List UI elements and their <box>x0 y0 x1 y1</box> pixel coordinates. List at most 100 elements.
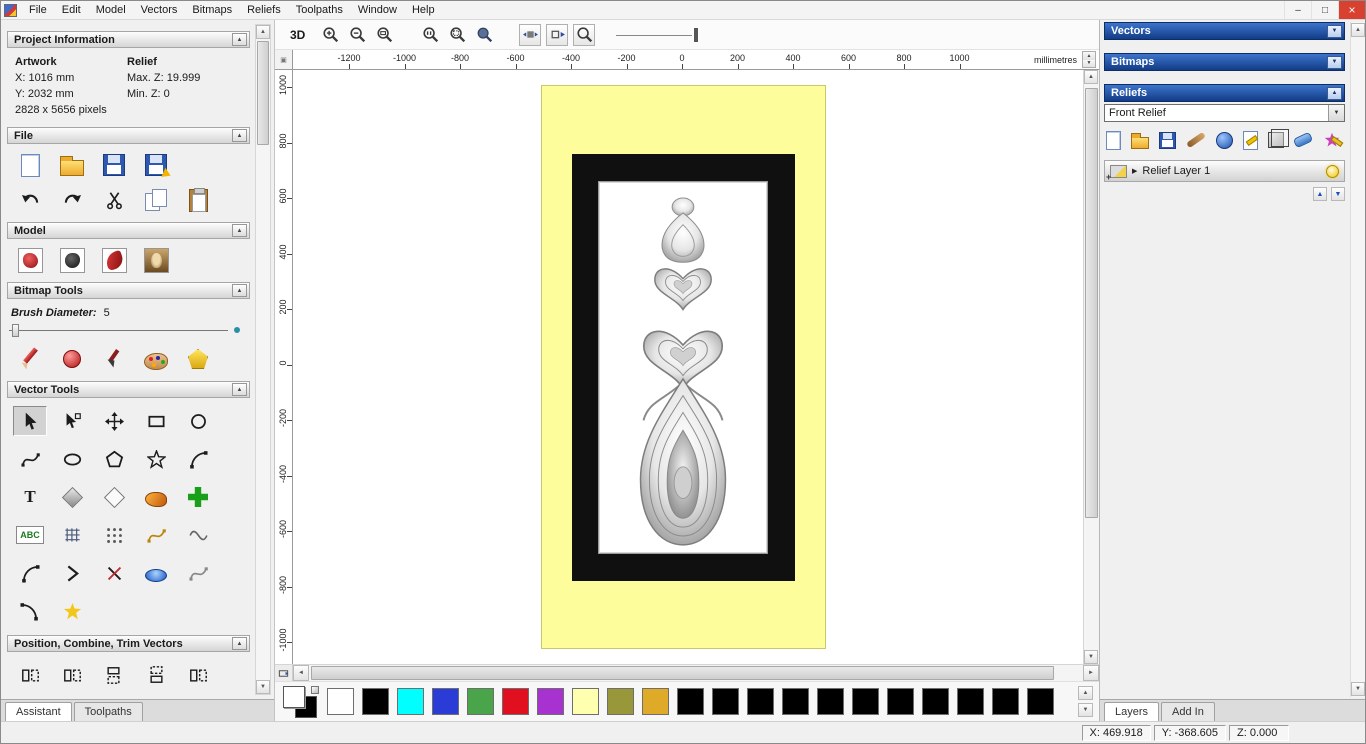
scroll-down-icon[interactable]: ▼ <box>1084 650 1098 664</box>
flood-fill-tool-icon[interactable] <box>188 349 208 369</box>
move-layer-down-icon[interactable]: ▼ <box>1331 187 1345 201</box>
save-model-as-icon[interactable] <box>145 154 173 181</box>
draw-tool-icon[interactable] <box>104 349 124 369</box>
tab-assistant[interactable]: Assistant <box>5 702 72 721</box>
tab-add-in[interactable]: Add In <box>1161 702 1215 721</box>
new-layer-icon[interactable] <box>1243 130 1258 150</box>
palette-swatch[interactable] <box>852 688 879 715</box>
move-layer-up-icon[interactable]: ▲ <box>1313 187 1327 201</box>
create-arc-tool[interactable] <box>181 444 215 474</box>
scatter-dots-tool[interactable] <box>97 520 131 550</box>
palette-swatch[interactable] <box>817 688 844 715</box>
create-ellipse-tool[interactable] <box>55 444 89 474</box>
palette-swatch[interactable] <box>887 688 914 715</box>
menu-item-model[interactable]: Model <box>89 3 133 17</box>
align-bottom-tool[interactable] <box>141 658 171 692</box>
new-relief-icon[interactable] <box>1106 130 1121 150</box>
paste-icon[interactable] <box>188 187 208 212</box>
menu-item-bitmaps[interactable]: Bitmaps <box>185 3 239 17</box>
palette-swatch[interactable] <box>362 688 389 715</box>
scrollbar-thumb[interactable] <box>257 41 269 145</box>
scrollbar-track[interactable] <box>256 39 270 680</box>
relief-selector[interactable]: Front Relief ▼ <box>1104 104 1345 122</box>
zoom-slider-handle[interactable] <box>694 27 699 42</box>
zoom-1to1-icon[interactable] <box>419 24 441 46</box>
spinner-up-icon[interactable]: ▲ <box>1083 52 1095 60</box>
palette-swatch[interactable] <box>992 688 1019 715</box>
menu-item-toolpaths[interactable]: Toolpaths <box>289 3 350 17</box>
fit-curve-tool[interactable] <box>139 520 173 550</box>
load-greyscale-image-icon[interactable] <box>143 247 169 273</box>
zoom-out-icon[interactable] <box>346 24 368 46</box>
scroll-up-icon[interactable]: ▲ <box>1084 70 1098 84</box>
maximize-button[interactable]: □ <box>1311 1 1338 19</box>
load-relief-icon[interactable] <box>1131 132 1149 149</box>
menu-item-edit[interactable]: Edit <box>55 3 88 17</box>
layer-expander-icon[interactable]: ▶ <box>1132 167 1137 175</box>
create-polygon-tool[interactable] <box>97 444 131 474</box>
offset-vectors-tool[interactable] <box>97 482 131 512</box>
relief-layer-row[interactable]: + ▶ Relief Layer 1 <box>1104 160 1345 182</box>
tab-toolpaths[interactable]: Toolpaths <box>73 702 143 721</box>
ruler-units-spinner[interactable]: ▲ ▼ <box>1082 51 1096 68</box>
new-model-icon[interactable] <box>20 153 40 177</box>
align-top-tool[interactable] <box>99 658 129 692</box>
preview-relief-icon[interactable] <box>573 23 596 46</box>
menu-item-help[interactable]: Help <box>405 3 442 17</box>
canvas-viewport[interactable] <box>293 70 1083 664</box>
redo-icon[interactable] <box>55 185 89 215</box>
palette-swatch[interactable] <box>782 688 809 715</box>
create-star-tool[interactable] <box>139 444 173 474</box>
tab-layers[interactable]: Layers <box>1104 702 1160 721</box>
toggle-vector-view-icon[interactable] <box>546 23 569 46</box>
scrollbar-thumb[interactable] <box>311 666 1055 680</box>
layer-visibility-icon[interactable] <box>1326 164 1339 178</box>
collapse-section-icon[interactable]: ▲ <box>232 224 247 237</box>
delete-layer-icon[interactable] <box>1292 131 1314 149</box>
collapse-section-icon[interactable]: ▲ <box>232 637 247 650</box>
palette-scroll-up-icon[interactable]: ▲ <box>1078 686 1093 700</box>
bitmaps-header[interactable]: Bitmaps ▼ <box>1104 53 1345 71</box>
palette-spinner[interactable]: ▲ ▼ <box>1078 686 1093 717</box>
rotate-copy-tool[interactable] <box>55 698 89 699</box>
node-editing-tool[interactable] <box>55 406 89 436</box>
paint-selective-tool-icon[interactable] <box>63 350 81 368</box>
add-layer-icon[interactable]: + <box>1106 172 1111 182</box>
palette-scroll-down-icon[interactable]: ▼ <box>1078 703 1093 717</box>
palette-swatch[interactable] <box>1027 688 1054 715</box>
primary-secondary-colour[interactable] <box>283 685 319 718</box>
create-spline-tool[interactable] <box>181 558 215 588</box>
collapse-reliefs-icon[interactable]: ▲ <box>1327 86 1342 100</box>
palette-swatch[interactable] <box>502 688 529 715</box>
palette-swatch[interactable] <box>712 688 739 715</box>
palette-swatch[interactable] <box>747 688 774 715</box>
measure-tool[interactable] <box>139 482 173 512</box>
zoom-in-icon[interactable] <box>319 24 341 46</box>
zoom-slider[interactable] <box>616 26 700 44</box>
scroll-up-icon[interactable]: ▲ <box>256 25 270 39</box>
interactive-distortion-tool[interactable] <box>139 558 173 588</box>
smooth-relief-icon[interactable] <box>1186 131 1206 149</box>
relief-selector-dropdown-icon[interactable]: ▼ <box>1328 105 1344 121</box>
scrollbar-track[interactable] <box>1084 84 1099 650</box>
adjust-model-icon[interactable] <box>59 247 85 273</box>
paste-along-curve-tool[interactable] <box>139 698 173 699</box>
distort-wave-tool[interactable] <box>181 520 215 550</box>
block-copy-tool[interactable] <box>181 482 215 512</box>
pan-view-button[interactable] <box>275 665 293 681</box>
primary-colour-swatch[interactable] <box>283 685 305 708</box>
palette-swatch[interactable] <box>537 688 564 715</box>
canvas-vertical-scrollbar[interactable]: ▲ ▼ <box>1083 70 1099 664</box>
scroll-right-icon[interactable]: ► <box>1083 665 1099 681</box>
palette-swatch[interactable] <box>642 688 669 715</box>
relief-wizard-icon[interactable] <box>1322 130 1342 150</box>
canvas-horizontal-scrollbar[interactable]: ◄ ► <box>275 664 1099 681</box>
view-3d-button[interactable]: 3D <box>285 26 310 44</box>
scrollbar-thumb[interactable] <box>1085 88 1098 519</box>
menu-item-vectors[interactable]: Vectors <box>134 3 185 17</box>
cut-icon[interactable] <box>97 185 131 215</box>
transform-vectors-tool[interactable] <box>97 406 131 436</box>
undo-icon[interactable] <box>13 185 47 215</box>
toggle-bitmap-view-icon[interactable] <box>519 23 542 46</box>
ruler-origin-button[interactable]: ▣ <box>275 50 293 69</box>
